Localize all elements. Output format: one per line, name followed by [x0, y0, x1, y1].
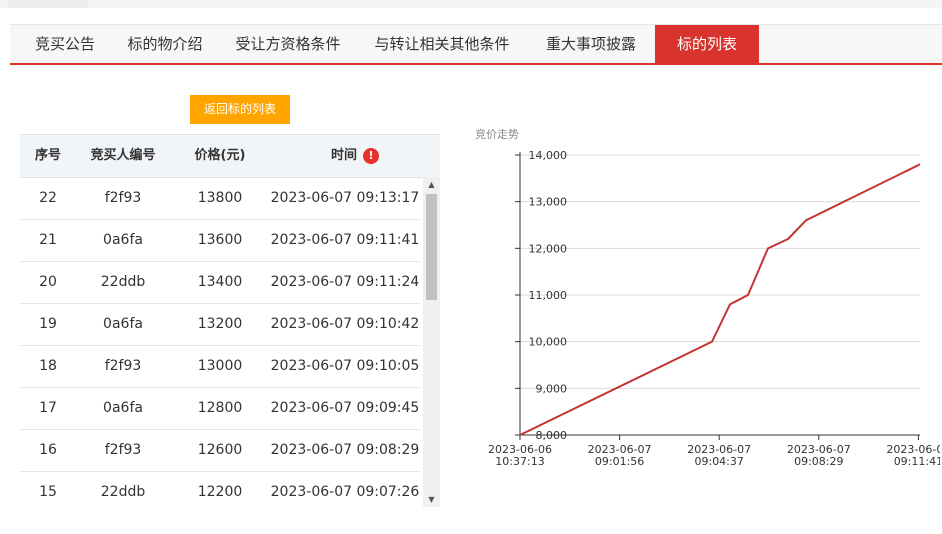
cell-time: 2023-06-07 09:10:42 — [270, 316, 420, 332]
tab-underline — [10, 63, 942, 65]
header-time: 时间! — [270, 135, 440, 177]
cell-index: 21 — [39, 232, 57, 248]
table-row: 15 22ddb 12200 2023-06-07 09:07:26 — [20, 471, 420, 507]
cell-index: 16 — [39, 442, 57, 458]
table-row: 16 f2f93 12600 2023-06-07 09:08:29 — [20, 429, 420, 472]
x-tick-label-time: 09:11:41 — [894, 455, 940, 468]
tab-item-intro[interactable]: 标的物介绍 — [118, 25, 212, 64]
back-to-list-button[interactable]: 返回标的列表 — [190, 95, 290, 124]
table-row: 19 0a6fa 13200 2023-06-07 09:10:42 — [20, 303, 420, 346]
table-row: 18 f2f93 13000 2023-06-07 09:10:05 — [20, 345, 420, 388]
tab-buyer-qualification[interactable]: 受让方资格条件 — [226, 25, 350, 64]
header-bidder-id: 竞买人编号 — [90, 148, 156, 163]
scroll-up-arrow-icon[interactable]: ▲ — [423, 177, 440, 192]
cell-price: 13800 — [197, 190, 243, 206]
tab-item-list[interactable]: 标的列表 — [655, 25, 759, 64]
y-tick-label: 14,000 — [529, 149, 568, 162]
top-bar-segment — [8, 0, 88, 8]
cell-time: 2023-06-07 09:07:26 — [270, 484, 420, 500]
cell-bidder-id: 0a6fa — [103, 400, 143, 416]
cell-price: 12600 — [197, 442, 243, 458]
cell-price: 12800 — [197, 400, 243, 416]
x-tick-label-time: 10:37:13 — [495, 455, 544, 468]
cell-index: 19 — [39, 316, 57, 332]
cell-time: 2023-06-07 09:11:41 — [270, 232, 420, 248]
y-tick-label: 10,000 — [529, 336, 568, 349]
price-trend-chart: 8,0009,00010,00011,00012,00013,00014,000… — [488, 149, 940, 468]
cell-price: 13600 — [197, 232, 243, 248]
tab-bar: 竞买公告 标的物介绍 受让方资格条件 与转让相关其他条件 重大事项披露 标的列表 — [10, 24, 942, 64]
cell-price: 13400 — [197, 274, 243, 290]
cell-index: 22 — [39, 190, 57, 206]
cell-time: 2023-06-07 09:10:05 — [270, 358, 420, 374]
table-row: 17 0a6fa 12800 2023-06-07 09:09:45 — [20, 387, 420, 430]
cell-bidder-id: 0a6fa — [103, 232, 143, 248]
tab-major-disclosure[interactable]: 重大事项披露 — [536, 25, 646, 64]
cell-index: 15 — [39, 484, 57, 500]
cell-bidder-id: 22ddb — [100, 274, 146, 290]
table-scrollbar[interactable]: ▲ ▼ — [423, 177, 440, 507]
cell-price: 13200 — [197, 316, 243, 332]
tab-auction-notice[interactable]: 竞买公告 — [26, 25, 104, 64]
cell-index: 18 — [39, 358, 57, 374]
scrollbar-thumb[interactable] — [426, 194, 437, 300]
top-bar — [0, 0, 942, 8]
y-tick-label: 11,000 — [529, 289, 568, 302]
cell-price: 13000 — [197, 358, 243, 374]
bid-table-body: 22 f2f93 13800 2023-06-07 09:13:17 21 0a6fa 13… — [20, 177, 420, 507]
header-time-label: 时间 — [330, 148, 357, 163]
header-price: 价格(元) — [194, 148, 246, 163]
cell-time: 2023-06-07 09:13:17 — [270, 190, 420, 206]
x-tick-label-time: 09:01:56 — [595, 455, 644, 468]
cell-time: 2023-06-07 09:09:45 — [270, 400, 420, 416]
cell-time: 2023-06-07 09:08:29 — [270, 442, 420, 458]
price-trend-line — [519, 163, 921, 436]
bid-table-header: 序号 竞买人编号 价格(元) 时间! — [20, 134, 440, 178]
y-tick-label: 13,000 — [529, 196, 568, 209]
cell-bidder-id: f2f93 — [104, 190, 142, 206]
cell-index: 17 — [39, 400, 57, 416]
cell-index: 20 — [39, 274, 57, 290]
cell-time: 2023-06-07 09:11:24 — [270, 274, 420, 290]
header-index: 序号 — [34, 148, 61, 163]
table-row: 20 22ddb 13400 2023-06-07 09:11:24 — [20, 261, 420, 304]
cell-bidder-id: 22ddb — [100, 484, 146, 500]
x-tick-label-time: 09:08:29 — [794, 455, 843, 468]
scroll-down-arrow-icon[interactable]: ▼ — [423, 492, 440, 507]
info-icon[interactable]: ! — [363, 147, 379, 164]
y-tick-label: 9,000 — [536, 382, 568, 395]
cell-bidder-id: f2f93 — [104, 358, 142, 374]
cell-bidder-id: f2f93 — [104, 442, 142, 458]
y-tick-label: 12,000 — [529, 242, 568, 255]
cell-price: 12200 — [197, 484, 243, 500]
x-tick-label-time: 09:04:37 — [694, 455, 743, 468]
table-row: 21 0a6fa 13600 2023-06-07 09:11:41 — [20, 219, 420, 262]
table-row: 22 f2f93 13800 2023-06-07 09:13:17 — [20, 177, 420, 220]
tab-other-conditions[interactable]: 与转让相关其他条件 — [364, 25, 520, 64]
cell-bidder-id: 0a6fa — [103, 316, 143, 332]
